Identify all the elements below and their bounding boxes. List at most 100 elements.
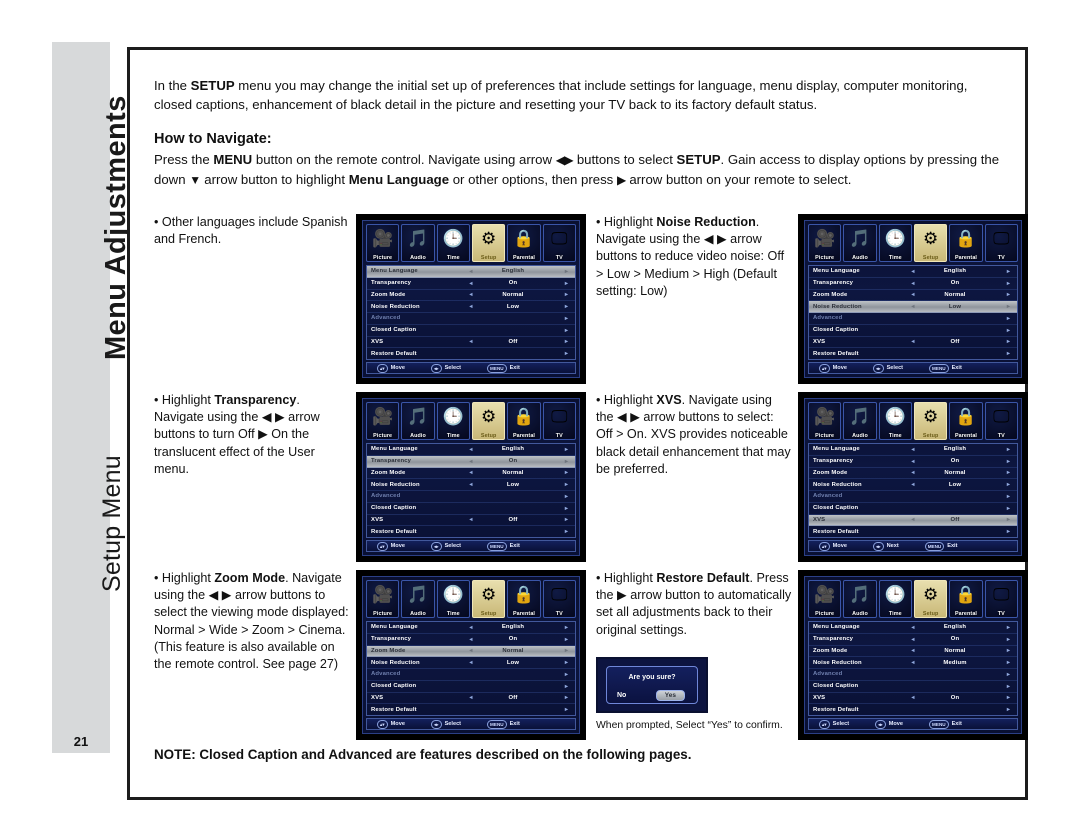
camcorder-icon[interactable]: 🎥 Picture: [808, 580, 842, 618]
osd-row-right-arrow-icon[interactable]: ▸: [543, 493, 571, 500]
osd-row-right-arrow-icon[interactable]: ▸: [543, 683, 571, 690]
osd-row-right-arrow-icon[interactable]: ▸: [985, 694, 1013, 701]
tv-icon[interactable]: 🖵 TV: [542, 402, 576, 440]
osd-menu-row-restore-default[interactable]: Restore Default ▸: [367, 526, 575, 537]
audio-icon[interactable]: 🎵 Audio: [401, 224, 435, 262]
osd-row-right-arrow-icon[interactable]: ▸: [543, 268, 571, 275]
osd-row-left-arrow-icon[interactable]: ◂: [459, 268, 483, 275]
osd-row-right-arrow-icon[interactable]: ▸: [985, 659, 1013, 666]
osd-menu-row-transparency[interactable]: Transparency ◂ On ▸: [367, 278, 575, 290]
osd-row-right-arrow-icon[interactable]: ▸: [985, 671, 1013, 678]
gear-icon[interactable]: ⚙ Setup: [913, 224, 948, 262]
osd-row-left-arrow-icon[interactable]: ◂: [901, 446, 925, 453]
osd-menu-row-transparency[interactable]: Transparency ◂ On ▸: [367, 455, 575, 468]
osd-row-left-arrow-icon[interactable]: ◂: [901, 624, 925, 631]
clock-icon[interactable]: 🕒 Time: [878, 580, 912, 618]
osd-menu-row-noise-reduction[interactable]: Noise Reduction ◂ Low ▸: [809, 301, 1017, 313]
osd-row-left-arrow-icon[interactable]: ◂: [901, 469, 925, 476]
tv-icon[interactable]: 🖵 TV: [542, 580, 576, 618]
osd-row-left-arrow-icon[interactable]: ◂: [459, 647, 483, 654]
gear-icon[interactable]: ⚙ Setup: [471, 224, 506, 262]
clock-icon[interactable]: 🕒 Time: [436, 402, 470, 440]
osd-menu-row-transparency[interactable]: Transparency ◂ On ▸: [809, 456, 1017, 468]
osd-menu-row-closed-caption[interactable]: Closed Caption ▸: [809, 681, 1017, 693]
osd-menu-row-closed-caption[interactable]: Closed Caption ▸: [367, 681, 575, 693]
camcorder-icon[interactable]: 🎥 Picture: [366, 224, 400, 262]
osd-menu-row-closed-caption[interactable]: Closed Caption ▸: [367, 503, 575, 515]
audio-icon[interactable]: 🎵 Audio: [843, 224, 877, 262]
osd-menu-row-noise-reduction[interactable]: Noise Reduction ◂ Low ▸: [367, 657, 575, 669]
osd-menu-row-xvs[interactable]: XVS ◂ Off ▸: [809, 337, 1017, 349]
osd-menu-row-zoom-mode[interactable]: Zoom Mode ◂ Normal ▸: [809, 646, 1017, 658]
osd-row-right-arrow-icon[interactable]: ▸: [543, 327, 571, 334]
osd-row-right-arrow-icon[interactable]: ▸: [543, 291, 571, 298]
osd-menu-row-xvs[interactable]: XVS ◂ Off ▸: [367, 515, 575, 527]
osd-row-right-arrow-icon[interactable]: ▸: [543, 458, 571, 465]
osd-row-right-arrow-icon[interactable]: ▸: [985, 683, 1013, 690]
clock-icon[interactable]: 🕒 Time: [436, 224, 470, 262]
osd-menu-row-transparency[interactable]: Transparency ◂ On ▸: [809, 278, 1017, 290]
osd-menu-row-transparency[interactable]: Transparency ◂ On ▸: [809, 634, 1017, 646]
osd-row-right-arrow-icon[interactable]: ▸: [985, 636, 1013, 643]
osd-menu-row-noise-reduction[interactable]: Noise Reduction ◂ Low ▸: [809, 479, 1017, 491]
lock-icon[interactable]: 🔒 Parental: [949, 580, 983, 618]
osd-menu-row-zoom-mode[interactable]: Zoom Mode ◂ Normal ▸: [809, 290, 1017, 302]
tv-icon[interactable]: 🖵 TV: [984, 580, 1018, 618]
osd-menu-row-noise-reduction[interactable]: Noise Reduction ◂ Low ▸: [367, 301, 575, 313]
audio-icon[interactable]: 🎵 Audio: [843, 580, 877, 618]
audio-icon[interactable]: 🎵 Audio: [401, 402, 435, 440]
osd-row-left-arrow-icon[interactable]: ◂: [901, 647, 925, 654]
osd-row-right-arrow-icon[interactable]: ▸: [543, 315, 571, 322]
osd-row-left-arrow-icon[interactable]: ◂: [459, 636, 483, 643]
osd-menu-row-menu-language[interactable]: Menu Language ◂ English ▸: [809, 266, 1017, 278]
osd-row-left-arrow-icon[interactable]: ◂: [459, 458, 483, 465]
osd-row-right-arrow-icon[interactable]: ▸: [985, 315, 1013, 322]
lock-icon[interactable]: 🔒 Parental: [507, 224, 541, 262]
osd-menu-row-advanced[interactable]: Advanced ▸: [809, 313, 1017, 325]
osd-row-right-arrow-icon[interactable]: ▸: [985, 516, 1013, 523]
osd-menu-row-menu-language[interactable]: Menu Language ◂ English ▸: [809, 444, 1017, 456]
osd-row-left-arrow-icon[interactable]: ◂: [901, 458, 925, 465]
osd-row-left-arrow-icon[interactable]: ◂: [901, 659, 925, 666]
osd-menu-row-menu-language[interactable]: Menu Language ◂ English ▸: [367, 622, 575, 634]
osd-menu-row-closed-caption[interactable]: Closed Caption ▸: [367, 325, 575, 337]
osd-row-right-arrow-icon[interactable]: ▸: [985, 327, 1013, 334]
osd-row-right-arrow-icon[interactable]: ▸: [543, 528, 571, 535]
osd-menu-row-restore-default[interactable]: Restore Default ▸: [809, 526, 1017, 537]
lock-icon[interactable]: 🔒 Parental: [949, 224, 983, 262]
osd-row-right-arrow-icon[interactable]: ▸: [543, 694, 571, 701]
osd-row-right-arrow-icon[interactable]: ▸: [985, 268, 1013, 275]
osd-row-right-arrow-icon[interactable]: ▸: [985, 624, 1013, 631]
osd-row-right-arrow-icon[interactable]: ▸: [543, 280, 571, 287]
osd-menu-row-zoom-mode[interactable]: Zoom Mode ◂ Normal ▸: [367, 468, 575, 480]
osd-menu-row-closed-caption[interactable]: Closed Caption ▸: [809, 503, 1017, 515]
camcorder-icon[interactable]: 🎥 Picture: [366, 402, 400, 440]
osd-row-right-arrow-icon[interactable]: ▸: [543, 469, 571, 476]
lock-icon[interactable]: 🔒 Parental: [507, 402, 541, 440]
confirm-yes-button[interactable]: Yes: [655, 690, 685, 701]
osd-menu-row-advanced[interactable]: Advanced ▸: [367, 491, 575, 503]
osd-row-left-arrow-icon[interactable]: ◂: [459, 280, 483, 287]
osd-row-left-arrow-icon[interactable]: ◂: [901, 338, 925, 345]
osd-row-right-arrow-icon[interactable]: ▸: [543, 659, 571, 666]
tv-icon[interactable]: 🖵 TV: [542, 224, 576, 262]
osd-row-right-arrow-icon[interactable]: ▸: [543, 303, 571, 310]
osd-row-right-arrow-icon[interactable]: ▸: [543, 671, 571, 678]
osd-row-right-arrow-icon[interactable]: ▸: [985, 528, 1013, 535]
osd-row-right-arrow-icon[interactable]: ▸: [985, 458, 1013, 465]
osd-row-right-arrow-icon[interactable]: ▸: [543, 350, 571, 357]
gear-icon[interactable]: ⚙ Setup: [913, 580, 948, 618]
osd-menu-row-zoom-mode[interactable]: Zoom Mode ◂ Normal ▸: [367, 290, 575, 302]
osd-row-left-arrow-icon[interactable]: ◂: [459, 303, 483, 310]
osd-menu-row-restore-default[interactable]: Restore Default ▸: [809, 704, 1017, 715]
osd-row-right-arrow-icon[interactable]: ▸: [543, 636, 571, 643]
osd-row-right-arrow-icon[interactable]: ▸: [985, 303, 1013, 310]
osd-row-left-arrow-icon[interactable]: ◂: [901, 636, 925, 643]
osd-row-right-arrow-icon[interactable]: ▸: [985, 647, 1013, 654]
osd-menu-row-closed-caption[interactable]: Closed Caption ▸: [809, 325, 1017, 337]
osd-menu-row-restore-default[interactable]: Restore Default ▸: [809, 348, 1017, 359]
osd-row-left-arrow-icon[interactable]: ◂: [459, 481, 483, 488]
audio-icon[interactable]: 🎵 Audio: [401, 580, 435, 618]
gear-icon[interactable]: ⚙ Setup: [471, 402, 506, 440]
osd-menu-row-xvs[interactable]: XVS ◂ Off ▸: [367, 693, 575, 705]
